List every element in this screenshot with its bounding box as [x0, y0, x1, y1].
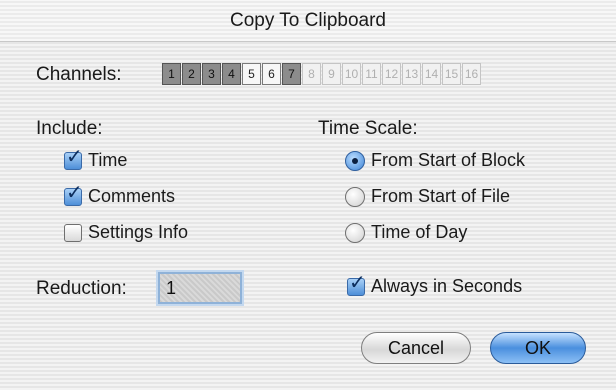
always-seconds-checkbox[interactable]: ✓ — [347, 273, 366, 296]
from-start-block-radio[interactable] — [345, 150, 365, 171]
checkmark-icon: ✓ — [66, 145, 83, 168]
from-start-block-radio-row[interactable]: From Start of Block — [345, 150, 525, 171]
channel-6-toggle[interactable]: 6 — [262, 63, 281, 85]
time-of-day-label: Time of Day — [371, 222, 468, 242]
always-seconds-checkbox-row[interactable]: ✓ Always in Seconds — [347, 273, 523, 297]
reduction-label: Reduction: — [36, 278, 127, 299]
channel-selector: 1 2 3 4 5 6 7 8 9 10 11 12 13 14 15 16 — [162, 63, 481, 85]
channel-4-toggle[interactable]: 4 — [222, 63, 241, 85]
channel-5-toggle[interactable]: 5 — [242, 63, 261, 85]
from-start-block-label: From Start of Block — [371, 150, 526, 170]
channel-9-toggle: 9 — [322, 63, 341, 85]
time-scale-label: Time Scale: — [318, 118, 418, 139]
channel-1-toggle[interactable]: 1 — [162, 63, 181, 85]
include-label: Include: — [36, 118, 103, 139]
comments-checkbox[interactable]: ✓ — [64, 183, 83, 206]
time-label: Time — [88, 150, 128, 170]
reduction-input[interactable] — [158, 272, 242, 304]
time-checkbox[interactable]: ✓ — [64, 147, 83, 170]
time-checkbox-row[interactable]: ✓ Time — [64, 147, 128, 171]
channel-2-toggle[interactable]: 2 — [182, 63, 201, 85]
time-of-day-radio[interactable] — [345, 222, 365, 243]
title-bar: Copy To Clipboard — [0, 0, 616, 42]
channel-7-toggle[interactable]: 7 — [282, 63, 301, 85]
radio-dot-icon — [352, 157, 358, 164]
channels-label: Channels: — [36, 64, 122, 85]
channel-3-toggle[interactable]: 3 — [202, 63, 221, 85]
from-start-file-label: From Start of File — [371, 186, 511, 206]
channel-10-toggle: 10 — [342, 63, 361, 85]
window-title: Copy To Clipboard — [230, 9, 386, 31]
channel-11-toggle: 11 — [362, 63, 381, 85]
checkmark-icon: ✓ — [66, 181, 83, 204]
channel-16-toggle: 16 — [462, 63, 481, 85]
ok-button[interactable]: OK — [490, 332, 586, 364]
comments-label: Comments — [88, 186, 176, 206]
channel-13-toggle: 13 — [402, 63, 421, 85]
comments-checkbox-row[interactable]: ✓ Comments — [64, 183, 176, 207]
settings-info-checkbox-row[interactable]: Settings Info — [64, 222, 188, 243]
from-start-file-radio[interactable] — [345, 186, 365, 207]
cancel-button[interactable]: Cancel — [361, 332, 471, 364]
channel-8-toggle: 8 — [302, 63, 321, 85]
checkmark-icon: ✓ — [349, 271, 366, 294]
always-seconds-label: Always in Seconds — [371, 276, 523, 296]
channel-12-toggle: 12 — [382, 63, 401, 85]
time-of-day-radio-row[interactable]: Time of Day — [345, 222, 467, 243]
channel-14-toggle: 14 — [422, 63, 441, 85]
channel-15-toggle: 15 — [442, 63, 461, 85]
from-start-file-radio-row[interactable]: From Start of File — [345, 186, 510, 207]
settings-info-checkbox[interactable] — [64, 223, 82, 242]
settings-info-label: Settings Info — [88, 222, 189, 242]
